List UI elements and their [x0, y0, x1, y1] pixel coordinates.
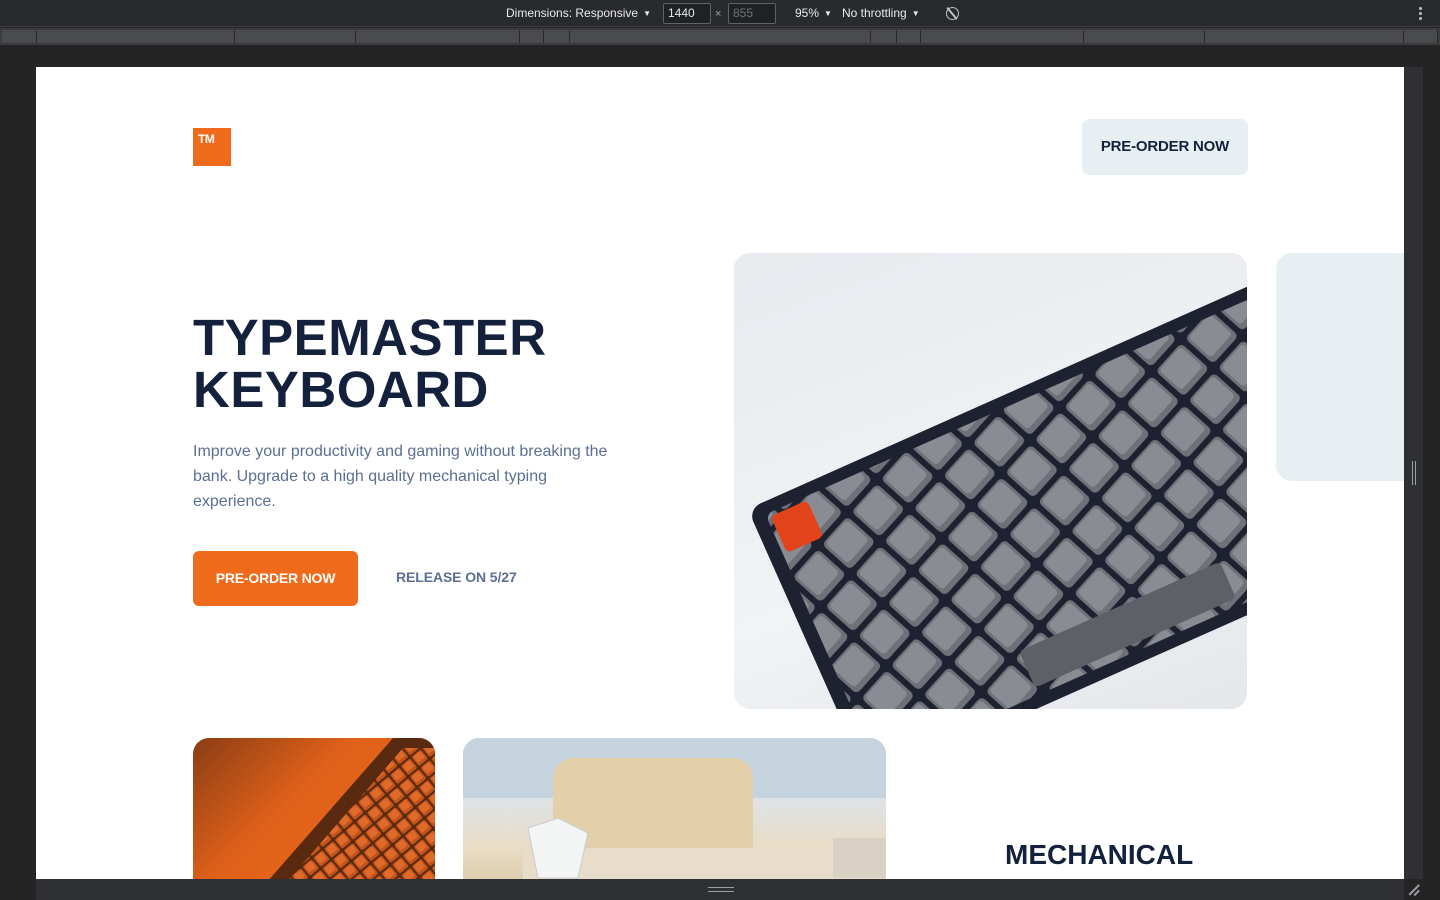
features-heading: MECHANICAL	[1005, 839, 1194, 870]
width-input[interactable]: 1440	[663, 3, 711, 24]
site-logo[interactable]: TM	[193, 128, 231, 166]
release-date-link[interactable]: RELEASE ON 5/27	[396, 569, 517, 585]
throttling-dropdown[interactable]: No throttling ▼	[842, 0, 920, 27]
corner-resize-icon[interactable]	[1408, 883, 1420, 895]
media-query-segment[interactable]	[235, 30, 356, 43]
nav-preorder-button[interactable]: PRE-ORDER NOW	[1082, 119, 1248, 175]
desk-scene-image	[463, 738, 886, 879]
media-query-segment[interactable]	[1084, 30, 1205, 43]
bottom-resize-handle[interactable]	[36, 879, 1404, 900]
more-options-icon[interactable]	[1419, 7, 1423, 21]
media-query-segment[interactable]	[544, 30, 570, 43]
dimensions-label: Dimensions: Responsive	[506, 6, 639, 20]
keyboard-illustration	[752, 285, 1247, 709]
rotate-icon[interactable]	[946, 7, 959, 20]
media-query-segment[interactable]	[1404, 30, 1438, 43]
dropdown-caret-icon: ▼	[911, 9, 920, 18]
devtools-toolbar: Dimensions: Responsive ▼ 1440 × 855 95% ▼ …	[0, 0, 1440, 27]
hero-preorder-button[interactable]: PRE-ORDER NOW	[193, 551, 358, 606]
grip-icon	[708, 887, 734, 892]
media-query-segment[interactable]	[520, 30, 544, 43]
desk-scene-illustration	[463, 738, 886, 879]
hero-title: TYPEMASTER KEYBOARD	[193, 312, 663, 416]
right-resize-handle[interactable]	[1404, 67, 1423, 879]
orange-keyboard-image	[193, 738, 435, 879]
dropdown-caret-icon: ▼	[643, 9, 651, 18]
media-query-segment[interactable]	[897, 30, 921, 43]
orange-keyboard-illustration	[269, 738, 435, 879]
media-query-bar	[0, 28, 1440, 45]
zoom-dropdown[interactable]: 95% ▼	[795, 0, 832, 27]
hero-keyboard-image	[734, 253, 1247, 709]
hero-title-line-2: KEYBOARD	[193, 361, 489, 418]
media-query-segment[interactable]	[871, 30, 897, 43]
hero-title-line-1: TYPEMASTER	[193, 309, 547, 366]
times-icon: ×	[715, 8, 722, 20]
media-query-segment[interactable]	[1205, 30, 1404, 43]
hero-description: Improve your productivity and gaming wit…	[193, 443, 608, 510]
media-query-segment[interactable]	[37, 30, 235, 43]
emulated-page: TM PRE-ORDER NOW TYPEMASTER KEYBOARD Imp…	[36, 67, 1404, 879]
media-query-segment[interactable]	[570, 30, 871, 43]
throttling-label: No throttling	[842, 6, 907, 20]
grip-icon	[1412, 461, 1416, 485]
media-query-segment[interactable]	[356, 30, 520, 43]
height-input[interactable]: 855	[728, 3, 776, 24]
next-slide-card	[1276, 253, 1404, 481]
media-query-segment[interactable]	[921, 30, 1084, 43]
zoom-label: 95%	[795, 6, 820, 20]
dimensions-dropdown[interactable]: Dimensions: Responsive ▼	[506, 0, 651, 27]
media-query-segment[interactable]	[2, 30, 37, 43]
dropdown-caret-icon: ▼	[824, 9, 832, 18]
